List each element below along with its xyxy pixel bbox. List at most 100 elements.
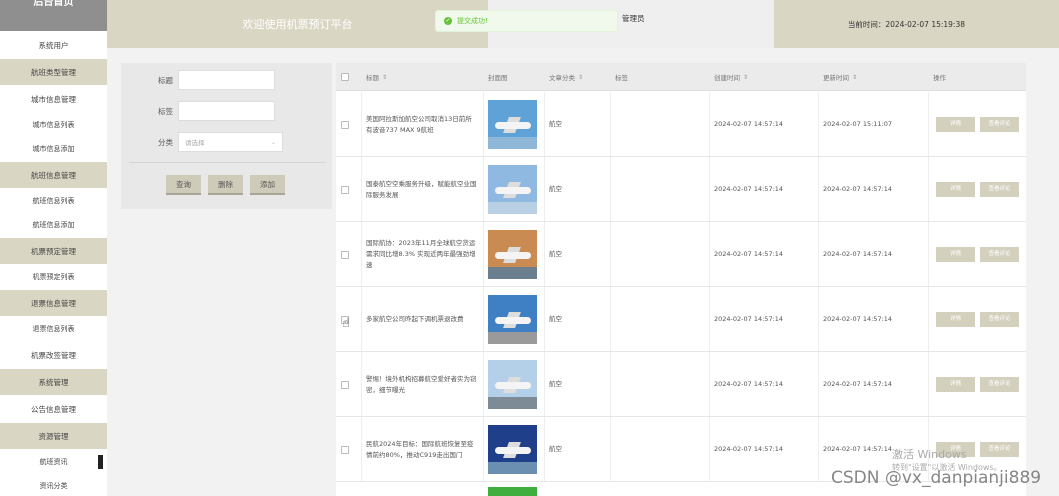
sidebar-item-16[interactable]: 航班资讯: [0, 450, 107, 474]
row-category: 航空: [549, 445, 562, 453]
sidebar-item-label: 城市信息管理: [31, 94, 76, 104]
sidebar-item-label: 航班资讯: [39, 458, 68, 466]
column-divider: [818, 287, 819, 351]
view-comments-button[interactable]: 查看评论: [980, 117, 1019, 132]
column-divider: [928, 157, 929, 221]
sidebar-item-4[interactable]: 城市信息添加: [0, 137, 107, 161]
title-filter-input[interactable]: [178, 70, 275, 90]
sidebar-item-label: 资源管理: [38, 431, 69, 441]
column-cover: 封面图: [488, 74, 508, 82]
row-checkbox[interactable]: [341, 92, 349, 157]
row-title[interactable]: 美国阿拉斯加航空公司取消13日前所有波音737 MAX 9航班: [366, 92, 478, 157]
sidebar-item-3[interactable]: 城市信息列表: [0, 113, 107, 137]
column-category[interactable]: 文章分类 ⇕: [549, 63, 583, 91]
table-row[interactable]: 美国阿拉斯加航空公司取消13日前所有波音737 MAX 9航班 航空 2024-…: [336, 92, 1026, 157]
sort-icon[interactable]: ⇕: [382, 74, 387, 81]
row-checkbox[interactable]: [341, 417, 349, 482]
sidebar-item-14[interactable]: 公告信息管理: [0, 396, 107, 422]
sidebar-item-9[interactable]: 机票预定列表: [0, 265, 107, 289]
view-comments-button[interactable]: 查看评论: [980, 312, 1019, 327]
sidebar-item-15[interactable]: 资源管理: [0, 423, 107, 449]
column-updated[interactable]: 更新时间 ⇕: [823, 63, 857, 91]
column-divider: [610, 417, 611, 481]
column-created[interactable]: 创建时间 ⇕: [714, 63, 748, 91]
row-checkbox[interactable]: [341, 222, 349, 287]
row-title[interactable]: 民航2024年目标：国际航班恢复至疫情前约80%，推动C919走出国门: [366, 417, 478, 482]
cover-image: [488, 287, 537, 352]
row-actions: 详情 查看评论: [936, 157, 1024, 222]
sidebar-item-6[interactable]: 航班信息列表: [0, 189, 107, 213]
sidebar-item-7[interactable]: 航班信息添加: [0, 213, 107, 237]
view-comments-button[interactable]: 查看评论: [980, 247, 1019, 262]
view-comments-button[interactable]: 查看评论: [980, 442, 1019, 457]
current-time: 当前时间：2024-02-07 15:19:38: [847, 19, 965, 29]
sidebar-item-label: 城市信息列表: [32, 121, 75, 129]
category-select[interactable]: 请选择 ⌄: [178, 132, 283, 152]
sidebar-item-label: 资讯分类: [39, 482, 68, 490]
cover-image: [488, 157, 537, 222]
header-time-area: 当前时间：2024-02-07 15:19:38: [774, 0, 1059, 48]
cover-image: [488, 222, 537, 287]
admin-role[interactable]: 管理员: [622, 13, 645, 24]
column-divider: [361, 352, 362, 416]
column-divider: [483, 352, 484, 416]
column-divider: [610, 352, 611, 416]
add-button[interactable]: 添加: [250, 175, 285, 195]
column-title[interactable]: 标题 ⇕: [366, 63, 387, 91]
row-updated: 2024-02-07 14:57:14: [823, 380, 893, 388]
column-divider: [544, 157, 545, 221]
table-row[interactable]: 警惕！境外机构招募航空爱好者实为窃密，细节曝光 航空 2024-02-07 14…: [336, 352, 1026, 417]
row-title[interactable]: 多家航空公司昨起下调机票退改费: [366, 287, 478, 352]
sidebar-item-label: 退票信息管理: [31, 298, 76, 308]
table-row[interactable]: 国泰航空空乘服务升级，赋能航空业国际服务发展 航空 2024-02-07 14:…: [336, 157, 1026, 222]
delete-button[interactable]: 删除: [208, 175, 243, 195]
table-row[interactable]: 多家航空公司昨起下调机票退改费 航空 2024-02-07 14:57:14 2…: [336, 287, 1026, 352]
row-created: 2024-02-07 14:57:14: [714, 185, 784, 193]
column-divider: [818, 352, 819, 416]
column-divider: [818, 92, 819, 156]
detail-button[interactable]: 详情: [936, 377, 975, 392]
column-divider: [818, 222, 819, 286]
sort-icon[interactable]: ⇕: [743, 74, 748, 81]
row-updated: 2024-02-07 14:57:14: [823, 315, 893, 323]
sidebar-item-11[interactable]: 退票信息列表: [0, 317, 107, 341]
column-divider: [928, 222, 929, 286]
view-comments-button[interactable]: 查看评论: [980, 377, 1019, 392]
cover-image: [488, 92, 537, 157]
sidebar-item-10[interactable]: 退票信息管理: [0, 290, 107, 316]
detail-button[interactable]: 详情: [936, 117, 975, 132]
column-divider: [709, 352, 710, 416]
row-title[interactable]: 国际航协：2023年11月全球航空货运需求同比增8.3% 实现近两年最强劲增速: [366, 222, 478, 287]
select-all-checkbox[interactable]: [341, 63, 349, 91]
row-created: 2024-02-07 14:57:14: [714, 120, 784, 128]
detail-button[interactable]: 详情: [936, 182, 975, 197]
detail-button[interactable]: 详情: [936, 247, 975, 262]
detail-button[interactable]: 详情: [936, 312, 975, 327]
row-title[interactable]: 警惕！境外机构招募航空爱好者实为窃密，细节曝光: [366, 352, 478, 417]
view-comments-button[interactable]: 查看评论: [980, 182, 1019, 197]
sidebar-item-0[interactable]: 系统用户: [0, 32, 107, 58]
column-divider: [928, 352, 929, 416]
sidebar-item-12[interactable]: 机票改签管理: [0, 342, 107, 368]
row-checkbox[interactable]: [341, 157, 349, 222]
sidebar-item-2[interactable]: 城市信息管理: [0, 86, 107, 112]
column-divider: [610, 287, 611, 351]
row-title[interactable]: 国泰航空空乘服务升级，赋能航空业国际服务发展: [366, 157, 478, 222]
sidebar-item-13[interactable]: 系统管理: [0, 369, 107, 395]
column-divider: [610, 222, 611, 286]
row-checkbox[interactable]: [341, 352, 349, 417]
sort-icon[interactable]: ⇕: [852, 74, 857, 81]
sidebar-item-17[interactable]: 资讯分类: [0, 474, 107, 496]
query-button[interactable]: 查询: [166, 175, 201, 195]
row-category: 航空: [549, 380, 562, 388]
sidebar-item-1[interactable]: 航班类型管理: [0, 59, 107, 85]
sort-icon[interactable]: ⇕: [578, 74, 583, 81]
table-row[interactable]: 国际航协：2023年11月全球航空货运需求同比增8.3% 实现近两年最强劲增速 …: [336, 222, 1026, 287]
tag-filter-input[interactable]: [178, 101, 275, 121]
sidebar-item-8[interactable]: 机票预定管理: [0, 238, 107, 264]
sidebar-item-5[interactable]: 航班信息管理: [0, 162, 107, 188]
tag-filter-label: 标签: [158, 106, 173, 116]
sidebar-header[interactable]: 后台首页: [0, 0, 107, 31]
sidebar-item-label: 航班类型管理: [31, 67, 76, 77]
search-divider: [129, 162, 325, 163]
